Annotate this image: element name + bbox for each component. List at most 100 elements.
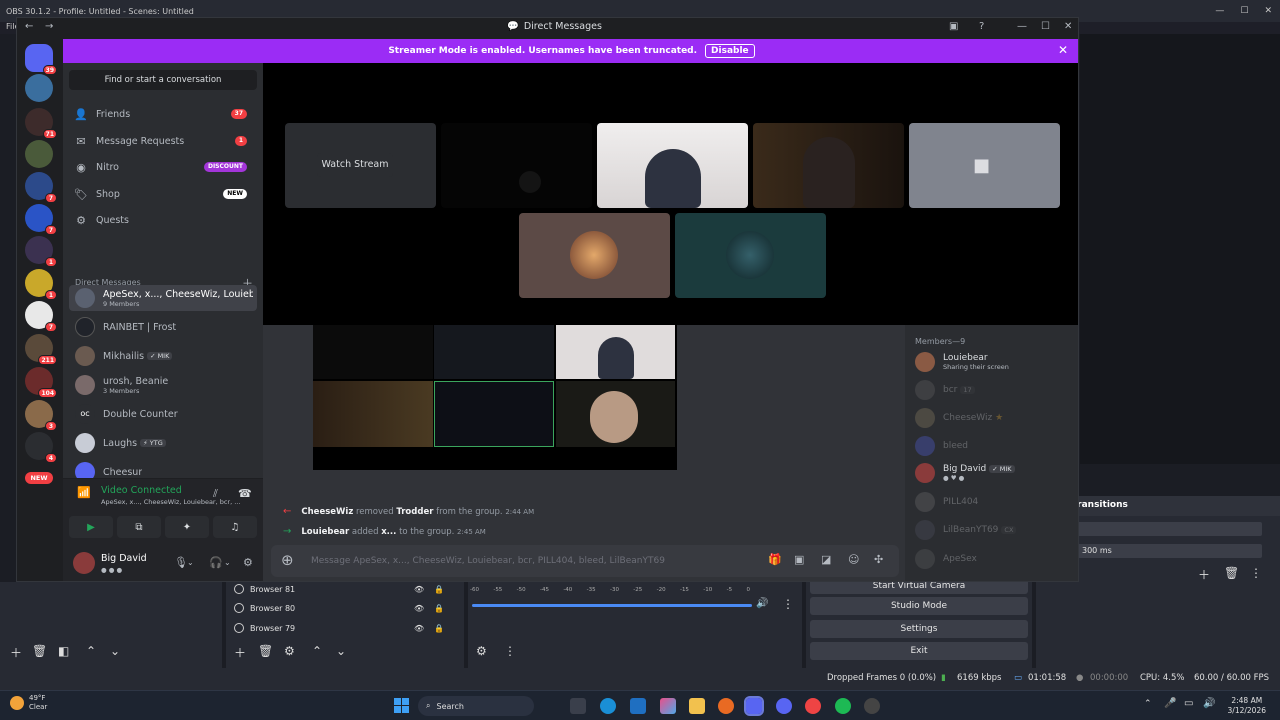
guild-icon[interactable]: 7: [25, 172, 57, 203]
exit-button[interactable]: Exit: [810, 642, 1028, 660]
member-item[interactable]: PILL404: [915, 492, 978, 512]
nav-shop[interactable]: 🏷 Shop NEW: [69, 182, 257, 206]
lock-icon[interactable]: 🔒: [434, 624, 444, 633]
stream-tile[interactable]: Watch Stream: [285, 123, 436, 208]
weather-widget[interactable]: 49°F Clear: [10, 694, 47, 712]
close-icon[interactable]: ✕: [1264, 6, 1272, 16]
lock-icon[interactable]: 🔒: [434, 604, 444, 613]
guild-icon[interactable]: 104: [25, 367, 57, 398]
eye-icon[interactable]: 👁: [414, 624, 424, 633]
message-input[interactable]: [311, 553, 751, 569]
emoji-icon[interactable]: ☺: [848, 553, 859, 566]
chevron-down-icon[interactable]: ⌄: [224, 558, 231, 567]
activities-button[interactable]: ✦: [165, 516, 209, 538]
more-icon[interactable]: ⋮: [504, 644, 516, 658]
taskbar-search[interactable]: ⌕ Search: [418, 696, 534, 716]
video-tile[interactable]: [441, 123, 592, 208]
duration-input[interactable]: 300 ms: [1072, 544, 1262, 558]
dm-item[interactable]: Mikhailis ✓ MIK: [69, 343, 257, 369]
nav-message-requests[interactable]: ✉ Message Requests 1: [69, 129, 257, 153]
obs-app-icon[interactable]: [864, 698, 880, 714]
maximize-icon[interactable]: ☐: [1041, 21, 1050, 32]
guild-icon[interactable]: 1: [25, 236, 57, 267]
member-item[interactable]: ApeSex: [915, 549, 977, 569]
source-row[interactable]: Browser 81 👁 🔒: [234, 582, 456, 596]
up-icon[interactable]: ⌃: [312, 644, 322, 658]
chevron-down-icon[interactable]: ⌄: [187, 558, 194, 567]
message-actor[interactable]: Louiebear: [301, 527, 349, 537]
message-actor[interactable]: CheeseWiz: [301, 507, 353, 517]
up-icon[interactable]: ⌃: [86, 644, 96, 658]
filter-icon[interactable]: ◧: [58, 644, 69, 658]
member-item[interactable]: LilBeanYT69 CX: [915, 520, 1017, 540]
more-icon[interactable]: ⋮: [782, 597, 794, 611]
chevron-up-icon[interactable]: ⌃: [1144, 699, 1152, 709]
nav-quests[interactable]: ⚙ Quests: [69, 208, 257, 232]
screen-share-button[interactable]: ⧉: [117, 516, 161, 538]
guild-icon[interactable]: 71: [25, 108, 57, 139]
minimize-icon[interactable]: —: [1017, 21, 1027, 32]
nav-friends[interactable]: 👤 Friends 37: [69, 102, 257, 126]
gear-icon[interactable]: ⚙: [284, 644, 295, 658]
down-icon[interactable]: ⌄: [336, 644, 346, 658]
apps-icon[interactable]: ✣: [874, 553, 883, 566]
video-tile[interactable]: [434, 381, 554, 447]
message-target[interactable]: Trodder: [396, 507, 433, 517]
settings-button[interactable]: Settings: [810, 620, 1028, 638]
voice-tile[interactable]: [675, 213, 826, 298]
volume-slider[interactable]: [472, 604, 752, 607]
task-view-icon[interactable]: [570, 698, 586, 714]
guild-icon[interactable]: [25, 140, 53, 168]
soundboard-button[interactable]: ♫: [213, 516, 257, 538]
chrome-icon[interactable]: [805, 698, 821, 714]
disconnect-icon[interactable]: ☎: [238, 487, 252, 500]
member-item[interactable]: CheeseWiz ★: [915, 408, 1003, 428]
dm-item[interactable]: oc Double Counter: [69, 401, 257, 427]
mic-icon[interactable]: 🎙: [174, 556, 188, 569]
video-tile[interactable]: [753, 123, 904, 208]
guild-icon[interactable]: 7: [25, 301, 57, 332]
dm-item[interactable]: ApeSex, x..., CheeseWiz, Louieb... 9 Mem…: [69, 285, 257, 311]
link-icon[interactable]: ⚙: [476, 644, 487, 658]
headphones-icon[interactable]: 🎧: [209, 556, 223, 569]
watch-stream-button[interactable]: Watch Stream: [317, 153, 393, 177]
find-conversation-button[interactable]: Find or start a conversation: [69, 70, 257, 90]
member-item[interactable]: bleed: [915, 436, 968, 456]
video-tile[interactable]: [556, 325, 675, 379]
settings-icon[interactable]: ⚙: [243, 556, 253, 569]
discord-taskbar-icon[interactable]: [776, 698, 792, 714]
minimize-icon[interactable]: —: [1215, 6, 1224, 16]
help-icon[interactable]: ?: [979, 21, 984, 32]
more-icon[interactable]: ⋮: [1250, 566, 1262, 580]
message-target[interactable]: x...: [381, 527, 396, 537]
transition-select[interactable]: [1072, 522, 1262, 536]
mic-icon[interactable]: 🎤: [1164, 698, 1176, 709]
dm-item[interactable]: Laughs ⚡ YTG: [69, 430, 257, 456]
firefox-icon[interactable]: [718, 698, 734, 714]
maximize-icon[interactable]: ☐: [1240, 6, 1248, 16]
add-icon[interactable]: ＋: [10, 644, 22, 661]
taskbar-clock[interactable]: 2:48 AM 3/12/2026: [1228, 696, 1266, 716]
video-tile[interactable]: [556, 381, 675, 447]
camera-button[interactable]: ▶: [69, 516, 113, 538]
add-icon[interactable]: ＋: [234, 644, 246, 661]
attach-icon[interactable]: ⊕: [281, 551, 294, 569]
eye-icon[interactable]: 👁: [414, 585, 424, 594]
speaker-icon[interactable]: 🔊: [756, 598, 768, 609]
file-explorer-icon[interactable]: [689, 698, 705, 714]
trash-icon[interactable]: 🗑: [258, 644, 273, 658]
lock-icon[interactable]: 🔒: [434, 585, 444, 594]
source-row[interactable]: Browser 79 👁 🔒: [234, 621, 456, 635]
gif-icon[interactable]: ▣: [794, 553, 804, 566]
network-icon[interactable]: ▭: [1184, 698, 1193, 709]
copilot-icon[interactable]: [660, 698, 676, 714]
down-icon[interactable]: ⌄: [110, 644, 120, 658]
back-arrow-icon[interactable]: ←: [25, 21, 33, 32]
forward-arrow-icon[interactable]: →: [45, 21, 53, 32]
guild-icon[interactable]: 1: [25, 269, 57, 300]
video-tile[interactable]: [597, 123, 748, 208]
nav-nitro[interactable]: ◉ Nitro DISCOUNT: [69, 155, 257, 179]
dm-item[interactable]: RAINBET | Frost: [69, 314, 257, 340]
volume-icon[interactable]: 🔊: [1203, 698, 1215, 709]
trash-icon[interactable]: 🗑: [1224, 566, 1239, 580]
